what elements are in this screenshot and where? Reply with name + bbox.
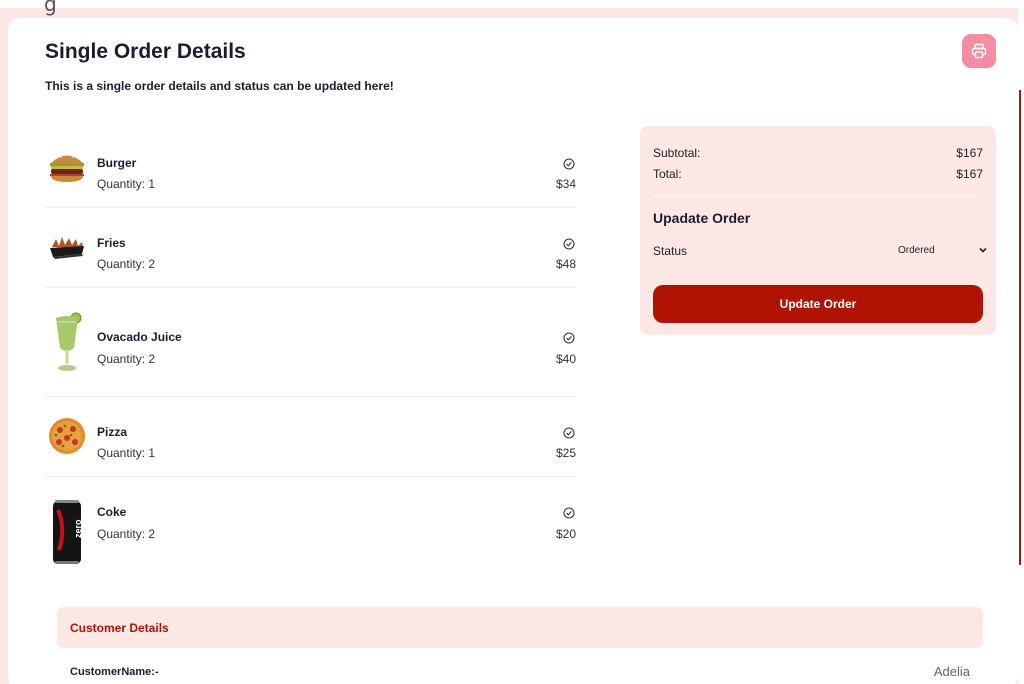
status-select[interactable]: Ordered: [898, 240, 988, 260]
customer-name-label: CustomerName:-: [70, 666, 159, 678]
item-quantity: Quantity: 2: [97, 257, 156, 271]
status-selected-value: Ordered: [898, 244, 935, 256]
update-order-heading: Upadate Order: [653, 210, 751, 226]
summary-divider: [653, 195, 983, 196]
item-price: $25: [555, 446, 576, 460]
item-price: $34: [555, 177, 576, 191]
subtotal-row: Subtotal: $167: [653, 146, 983, 160]
status-label: Status: [653, 244, 688, 258]
order-item: Ovacado Juice Quantity: 2 $40: [45, 288, 576, 397]
item-price: $40: [555, 352, 576, 366]
item-quantity: Quantity: 1: [97, 446, 156, 460]
item-name: Coke: [97, 505, 127, 519]
order-item: Pizza Quantity: 1 $25: [45, 397, 576, 477]
item-quantity: Quantity: 1: [97, 177, 156, 191]
order-item: zero Coke Quantity: 2 $20: [45, 477, 576, 572]
check-circle-icon: [563, 238, 575, 250]
subtotal-value: $167: [956, 146, 983, 160]
burger-icon: [45, 146, 89, 186]
fries-icon: [45, 226, 89, 266]
check-circle-icon: [563, 158, 575, 170]
svg-text:zero: zero: [73, 519, 83, 538]
update-order-button[interactable]: Update Order: [653, 285, 983, 323]
customer-name-value: Adelia: [933, 664, 970, 679]
juice-icon: [45, 308, 89, 374]
order-item: Burger Quantity: 1 $34: [45, 128, 576, 208]
customer-details-title: Customer Details: [70, 621, 169, 635]
top-edge: [0, 0, 1024, 8]
item-name: Pizza: [97, 425, 128, 439]
check-circle-icon: [563, 507, 575, 519]
item-quantity: Quantity: 2: [97, 527, 156, 541]
page-subtitle: This is a single order details and statu…: [45, 79, 394, 93]
item-quantity: Quantity: 2: [97, 352, 156, 366]
total-row: Total: $167: [653, 167, 983, 181]
subtotal-label: Subtotal:: [653, 146, 701, 160]
order-summary-panel: Subtotal: $167 Total: $167 Upadate Order…: [640, 126, 996, 335]
customer-details-header: Customer Details: [57, 607, 983, 648]
chevron-down-icon: [979, 247, 987, 253]
item-name: Ovacado Juice: [97, 330, 182, 344]
item-price: $20: [555, 527, 576, 541]
item-name: Fries: [97, 236, 126, 250]
top-cutoff-glyph: g: [44, 0, 57, 16]
pizza-icon: [45, 415, 89, 457]
item-price: $48: [555, 257, 576, 271]
right-accent-line: [1019, 90, 1021, 565]
total-label: Total:: [653, 167, 682, 181]
total-value: $167: [956, 167, 983, 181]
check-circle-icon: [563, 427, 575, 439]
order-details-card: Single Order Details This is a single or…: [8, 18, 1018, 684]
item-name: Burger: [97, 156, 137, 170]
print-button[interactable]: [962, 34, 996, 68]
page-title: Single Order Details: [45, 40, 246, 63]
order-item: Fries Quantity: 2 $48: [45, 208, 576, 288]
order-items-list: Burger Quantity: 1 $34 Fries Quantity: 2: [45, 128, 576, 572]
check-circle-icon: [563, 332, 575, 344]
coke-can-icon: zero: [45, 497, 89, 567]
printer-icon: [971, 43, 987, 59]
